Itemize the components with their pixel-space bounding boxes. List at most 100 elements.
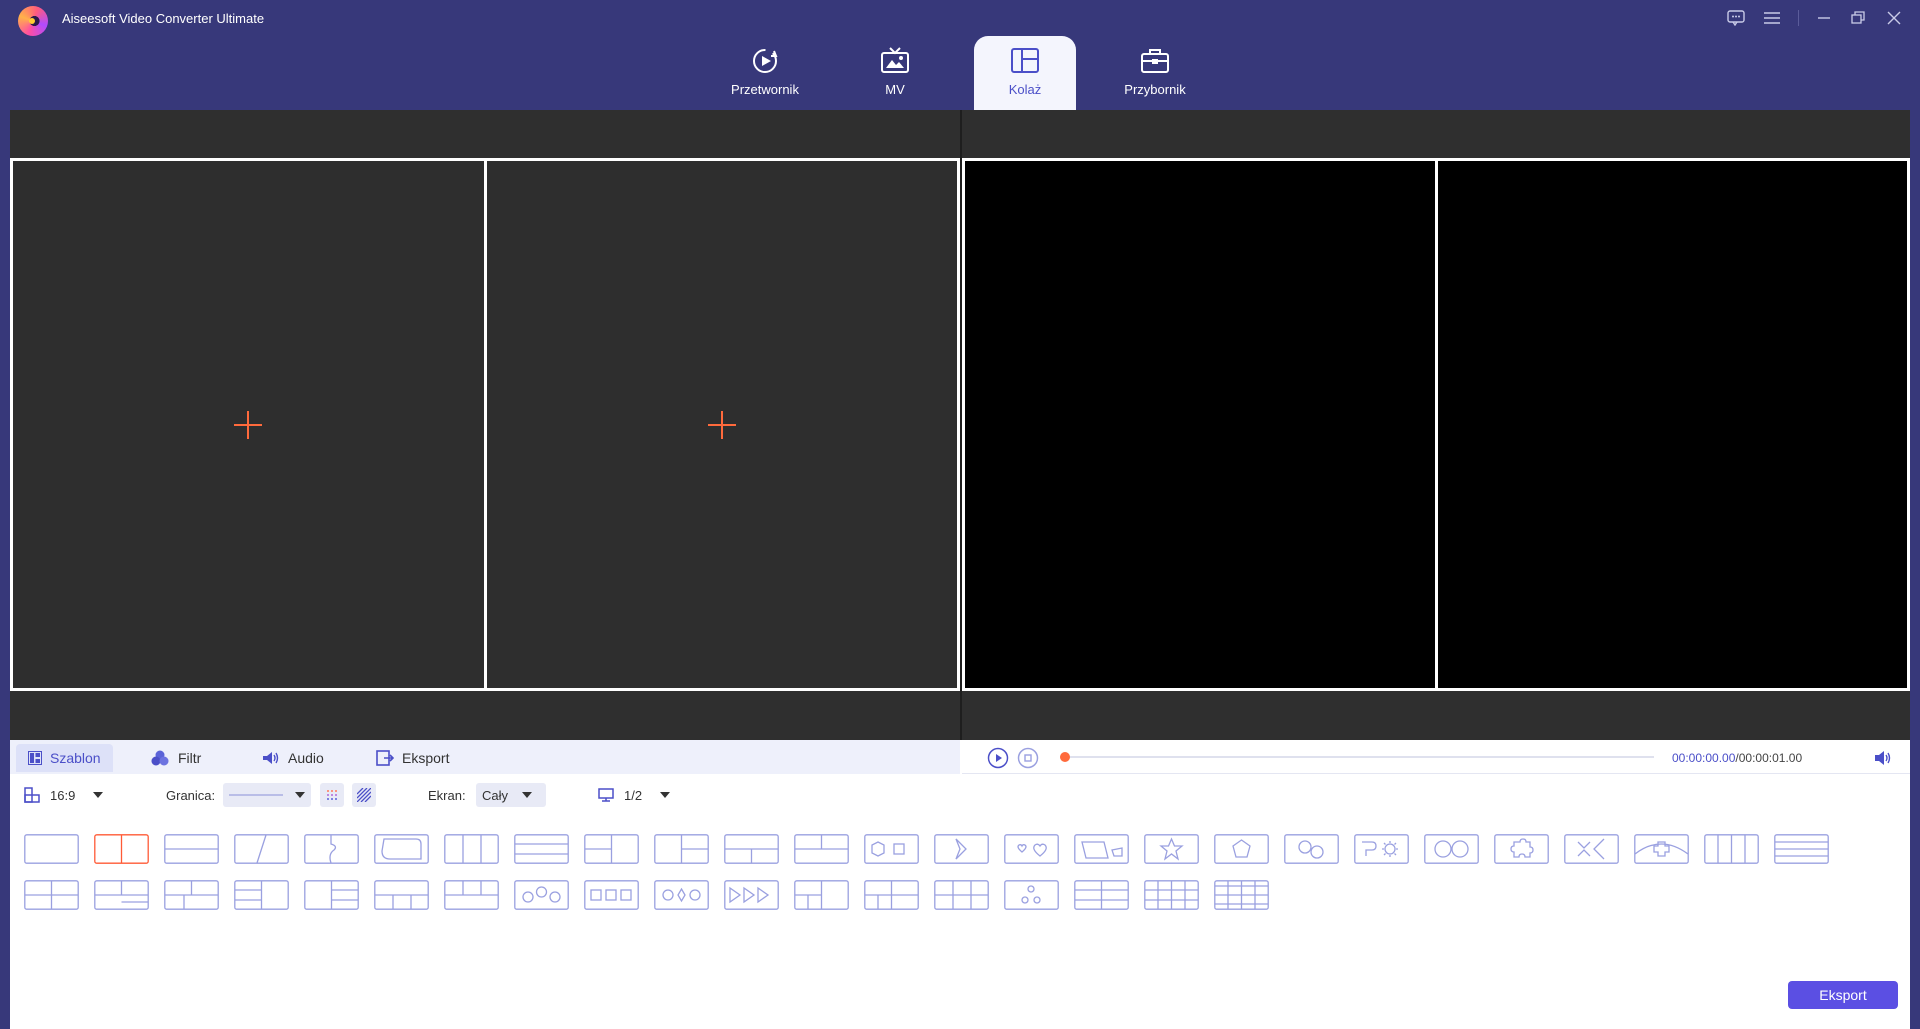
filter-icon (150, 750, 170, 766)
template-two-circles[interactable] (1424, 834, 1479, 864)
template-gear[interactable] (1354, 834, 1409, 864)
template-three-squares[interactable] (584, 880, 639, 910)
tool-tabs: Szablon Filtr Audio Eksport (10, 740, 960, 774)
menu-icon[interactable] (1760, 6, 1784, 30)
progress-handle[interactable] (1060, 752, 1070, 762)
template-star[interactable] (1144, 834, 1199, 864)
hatch-icon (357, 788, 371, 802)
current-time: 00:00:00.00 (1672, 751, 1736, 765)
template-two-horizontal[interactable] (164, 834, 219, 864)
template-grid-4x3[interactable] (1144, 880, 1199, 910)
minimize-icon[interactable] (1812, 6, 1836, 30)
border-label: Granica: (166, 787, 216, 803)
template-top-three-bottom[interactable] (444, 880, 499, 910)
template-one-top-two-bottom[interactable] (724, 834, 779, 864)
template-three-hexagons[interactable] (514, 880, 569, 910)
aspect-ratio-icon (24, 787, 40, 803)
preview-cell-2 (1434, 161, 1907, 688)
export-icon (376, 750, 394, 766)
template-plus-arc[interactable] (1634, 834, 1689, 864)
template-hexagon-square[interactable] (864, 834, 919, 864)
close-icon[interactable] (1882, 6, 1906, 30)
tab-template[interactable]: Szablon (16, 744, 113, 772)
template-mixed-grid[interactable] (164, 880, 219, 910)
tab-converter[interactable]: Przetwornik (714, 36, 816, 110)
template-diagonal[interactable] (234, 834, 289, 864)
template-three-vertical[interactable] (444, 834, 499, 864)
aspect-ratio-value: 16:9 (50, 787, 76, 803)
template-six-grid[interactable] (864, 880, 919, 910)
template-two-vertical[interactable] (94, 834, 149, 864)
tab-converter-label: Przetwornik (731, 82, 799, 97)
template-left-stack[interactable] (234, 880, 289, 910)
screen-select[interactable]: Cały (476, 780, 546, 810)
add-media-icon[interactable] (707, 410, 736, 439)
tab-export[interactable]: Eksport (364, 744, 461, 772)
template-trapezoid[interactable] (1074, 834, 1129, 864)
template-circle-diamond[interactable] (654, 880, 709, 910)
template-icon (28, 751, 42, 765)
restore-icon[interactable] (1846, 6, 1870, 30)
template-cross-arrow[interactable] (1564, 834, 1619, 864)
template-two-top-one-bottom[interactable] (794, 834, 849, 864)
template-one-top-two-bottom-left[interactable] (584, 834, 639, 864)
template-hearts[interactable] (1004, 834, 1059, 864)
tab-mv[interactable]: MV (844, 36, 946, 110)
audio-icon (262, 751, 280, 765)
template-puzzle-piece[interactable] (1494, 834, 1549, 864)
template-right-stack[interactable] (304, 880, 359, 910)
template-single[interactable] (24, 834, 79, 864)
border-select[interactable] (223, 780, 311, 810)
template-five-grid[interactable] (794, 880, 849, 910)
template-two-top-one-right[interactable] (654, 834, 709, 864)
collage-preview (962, 110, 1910, 740)
tab-collage[interactable]: Kolaż (974, 36, 1076, 110)
volume-icon[interactable] (1872, 746, 1896, 770)
template-three-left-mix[interactable] (94, 880, 149, 910)
template-dots-three[interactable] (1004, 880, 1059, 910)
tab-filter-label: Filtr (178, 750, 202, 766)
editor-cell-2[interactable] (483, 161, 957, 688)
template-three-horizontal[interactable] (514, 834, 569, 864)
color-grid-icon (327, 790, 337, 800)
template-puzzle-vertical[interactable] (304, 834, 359, 864)
template-rounded-shape[interactable] (374, 834, 429, 864)
app-title: Aiseesoft Video Converter Ultimate (62, 11, 265, 26)
preview-cell-1 (965, 161, 1435, 688)
time-display: 00:00:00.00/00:00:01.00 (1672, 751, 1802, 765)
border-pattern-button[interactable] (352, 780, 376, 810)
tab-toolbox[interactable]: Przybornik (1104, 36, 1206, 110)
template-circles[interactable] (1284, 834, 1339, 864)
export-button[interactable]: Eksport (1788, 981, 1898, 1009)
chevron-down-icon (522, 792, 533, 798)
progress-track[interactable] (1060, 752, 1654, 762)
template-four-horizontal[interactable] (1774, 834, 1829, 864)
chevron-down-icon (93, 792, 104, 798)
template-film-grid[interactable] (1214, 880, 1269, 910)
template-top-wide-three[interactable] (374, 880, 429, 910)
template-four-vertical[interactable] (1704, 834, 1759, 864)
aspect-ratio-select[interactable]: 16:9 (24, 780, 104, 810)
template-triple-arrows[interactable] (724, 880, 779, 910)
bottom-panel: Szablon Filtr Audio Eksport 00:00:00.00/… (10, 740, 1910, 1029)
tab-template-label: Szablon (50, 750, 101, 766)
chat-icon[interactable] (1724, 6, 1748, 30)
chevron-down-icon (295, 792, 305, 798)
stop-icon[interactable] (1016, 746, 1040, 770)
tab-audio[interactable]: Audio (250, 744, 336, 772)
editor-cell-1[interactable] (13, 161, 484, 688)
template-four-grid[interactable] (24, 880, 79, 910)
play-icon[interactable] (986, 746, 1010, 770)
border-color-button[interactable] (320, 780, 344, 810)
tab-export-label: Eksport (402, 750, 450, 766)
border-line-preview (229, 794, 283, 796)
add-media-icon[interactable] (234, 410, 263, 439)
template-grid-2x3[interactable] (934, 880, 989, 910)
template-arrow-shape[interactable] (934, 834, 989, 864)
page-select[interactable]: 1/2 (598, 780, 671, 810)
tab-filter[interactable]: Filtr (138, 744, 213, 772)
template-grid-3x2[interactable] (1074, 880, 1129, 910)
monitor-icon (598, 788, 614, 802)
converter-icon (749, 45, 781, 77)
template-pentagon[interactable] (1214, 834, 1269, 864)
